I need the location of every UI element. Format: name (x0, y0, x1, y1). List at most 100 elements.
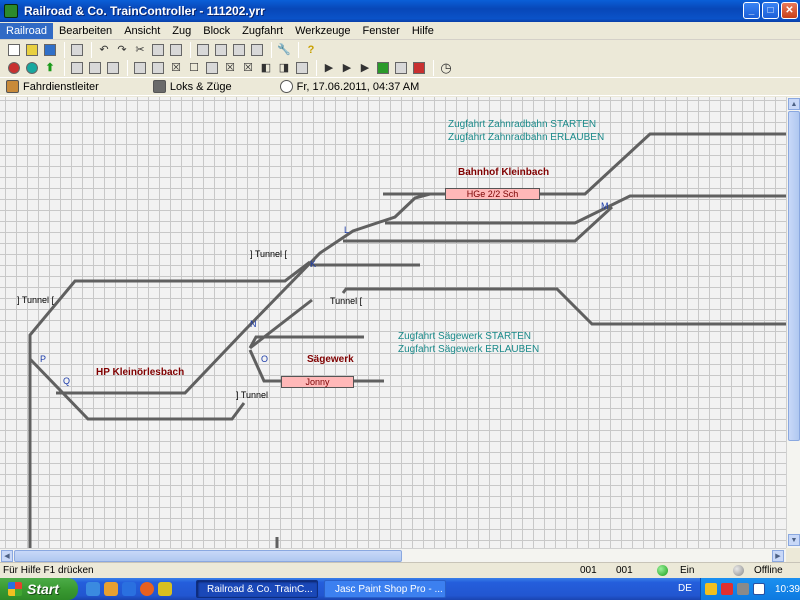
cut-icon[interactable]: ✂ (132, 42, 148, 58)
block-empty-icon[interactable]: ☐ (186, 60, 202, 76)
block-right-icon[interactable]: ◨ (276, 60, 292, 76)
signal-letter-o[interactable]: O (261, 354, 268, 364)
block-left-icon[interactable]: ◧ (258, 60, 274, 76)
menu-werkzeuge[interactable]: Werkzeuge (289, 23, 356, 39)
align-left-icon[interactable] (195, 42, 211, 58)
dispatcher-icon (6, 80, 19, 93)
block-marker-icon[interactable]: ☒ (222, 60, 238, 76)
signal-letter-l[interactable]: L (344, 225, 349, 235)
block-wide-icon[interactable] (294, 60, 310, 76)
train-label[interactable]: Jonny (305, 377, 329, 387)
block-edit-icon[interactable] (150, 60, 166, 76)
app-shortcut-icon[interactable] (158, 582, 172, 596)
train-label[interactable]: HGe 2/2 Sch (467, 189, 519, 199)
menu-railroad[interactable]: Railroad (0, 22, 53, 39)
signal-letter-m[interactable]: M (601, 201, 609, 211)
block-icon[interactable] (132, 60, 148, 76)
tray-antivirus-icon[interactable] (720, 583, 733, 595)
route-label-saegewerk-start[interactable]: Zugfahrt Sägewerk STARTEN (398, 331, 531, 342)
route-add-icon[interactable]: ▶ (357, 60, 373, 76)
clock-display[interactable]: Fr, 17.06.2011, 04:37 AM (279, 80, 419, 93)
horizontal-scroll-thumb[interactable] (14, 550, 402, 562)
macro-icon[interactable] (411, 60, 427, 76)
undo-icon[interactable]: ↶ (96, 42, 112, 58)
tray-network-icon[interactable] (736, 583, 749, 595)
tunnel-label: Tunnel [ (330, 296, 363, 306)
minimize-button[interactable]: _ (743, 2, 760, 19)
scroll-left-icon[interactable]: ◀ (1, 550, 13, 562)
block-cross-icon[interactable]: ☒ (168, 60, 184, 76)
emergency-stop-icon[interactable] (6, 60, 22, 76)
new-file-icon[interactable] (6, 42, 22, 58)
menu-bearbeiten[interactable]: Bearbeiten (53, 23, 118, 39)
go-arrow-icon[interactable]: ⬆ (42, 60, 58, 76)
route-icon[interactable]: ▶ (339, 60, 355, 76)
schedule-icon[interactable] (393, 60, 409, 76)
route-label-zahnradbahn-allow[interactable]: Zugfahrt Zahnradbahn ERLAUBEN (448, 132, 604, 143)
route-label-saegewerk-allow[interactable]: Zugfahrt Sägewerk ERLAUBEN (398, 344, 539, 355)
train-icon[interactable] (87, 60, 103, 76)
menu-fenster[interactable]: Fenster (357, 23, 406, 39)
media-icon[interactable] (104, 582, 118, 596)
clock-tool-icon[interactable]: ◷ (438, 60, 454, 76)
internet-explorer-icon[interactable] (122, 582, 136, 596)
block-stop-icon[interactable] (204, 60, 220, 76)
signal-letter-p[interactable]: P (40, 354, 46, 364)
save-icon[interactable] (42, 42, 58, 58)
tray-alert-icon[interactable] (705, 583, 717, 595)
task-paintshop[interactable]: Jasc Paint Shop Pro - ... (324, 580, 446, 598)
open-folder-icon[interactable] (24, 42, 40, 58)
signal-letter-k[interactable]: K (310, 259, 316, 269)
desktop-icon[interactable] (86, 582, 100, 596)
globe-icon[interactable] (24, 60, 40, 76)
firefox-icon[interactable] (140, 582, 154, 596)
close-button[interactable]: ✕ (781, 2, 798, 19)
app-icon (4, 4, 18, 18)
menu-zugfahrt[interactable]: Zugfahrt (236, 23, 289, 39)
auto-route-icon[interactable] (375, 60, 391, 76)
task-traincontroller[interactable]: Railroad & Co. TrainC... (196, 580, 318, 598)
print-icon[interactable] (69, 42, 85, 58)
signal-letter-q[interactable]: Q (63, 376, 70, 386)
switchboard-canvas[interactable]: Zugfahrt Zahnradbahn STARTEN Zugfahrt Za… (0, 97, 786, 548)
dispatcher-tab[interactable]: Fahrdienstleiter (6, 80, 99, 93)
redo-icon[interactable]: ↷ (114, 42, 130, 58)
track-diagram[interactable] (0, 97, 786, 548)
scroll-down-icon[interactable]: ▼ (788, 534, 800, 546)
signal-letter-n[interactable]: N (250, 319, 257, 329)
title-bar[interactable]: Railroad & Co. TrainController - 111202.… (0, 0, 800, 22)
route-label-zahnradbahn-start[interactable]: Zugfahrt Zahnradbahn STARTEN (448, 119, 596, 130)
locos-tab[interactable]: Loks & Züge (152, 80, 232, 93)
block-saegewerk[interactable]: Jonny (281, 376, 354, 388)
flag-icon[interactable]: ▶ (321, 60, 337, 76)
toolbar-operation: ⬆ ☒ ☐ ☒ ☒ ◧ ◨ ▶ ▶ ▶ ◷ (0, 58, 800, 78)
system-tray: 10:39 (700, 578, 800, 600)
arrange-icon[interactable] (249, 42, 265, 58)
wagon-icon[interactable] (105, 60, 121, 76)
copy-icon[interactable] (150, 42, 166, 58)
paste-icon[interactable] (168, 42, 184, 58)
align-bottom-icon[interactable] (213, 42, 229, 58)
tools-icon[interactable]: 🔧 (276, 42, 292, 58)
help-icon[interactable]: ? (303, 42, 319, 58)
menu-zug[interactable]: Zug (166, 23, 197, 39)
menu-block[interactable]: Block (197, 23, 236, 39)
vertical-scrollbar[interactable]: ▲ ▼ (786, 97, 800, 548)
vertical-scroll-thumb[interactable] (788, 111, 800, 441)
menu-ansicht[interactable]: Ansicht (118, 23, 166, 39)
group-icon[interactable] (231, 42, 247, 58)
scroll-up-icon[interactable]: ▲ (788, 98, 800, 110)
block-x-icon[interactable]: ☒ (240, 60, 256, 76)
horizontal-scrollbar[interactable]: ◀ ▶ (0, 548, 786, 562)
task-label: Railroad & Co. TrainC... (207, 583, 313, 595)
start-button[interactable]: Start (0, 578, 78, 600)
clock-text[interactable]: 10:39 (775, 584, 800, 595)
maximize-button[interactable]: □ (762, 2, 779, 19)
block-bahnhof-kleinbach[interactable]: HGe 2/2 Sch (445, 188, 540, 200)
menu-hilfe[interactable]: Hilfe (406, 23, 440, 39)
locomotive-icon[interactable] (69, 60, 85, 76)
tray-app-icon[interactable] (752, 583, 765, 595)
language-indicator[interactable]: DE (678, 583, 692, 594)
menu-bar: Railroad Bearbeiten Ansicht Zug Block Zu… (0, 22, 800, 40)
scroll-right-icon[interactable]: ▶ (772, 550, 784, 562)
